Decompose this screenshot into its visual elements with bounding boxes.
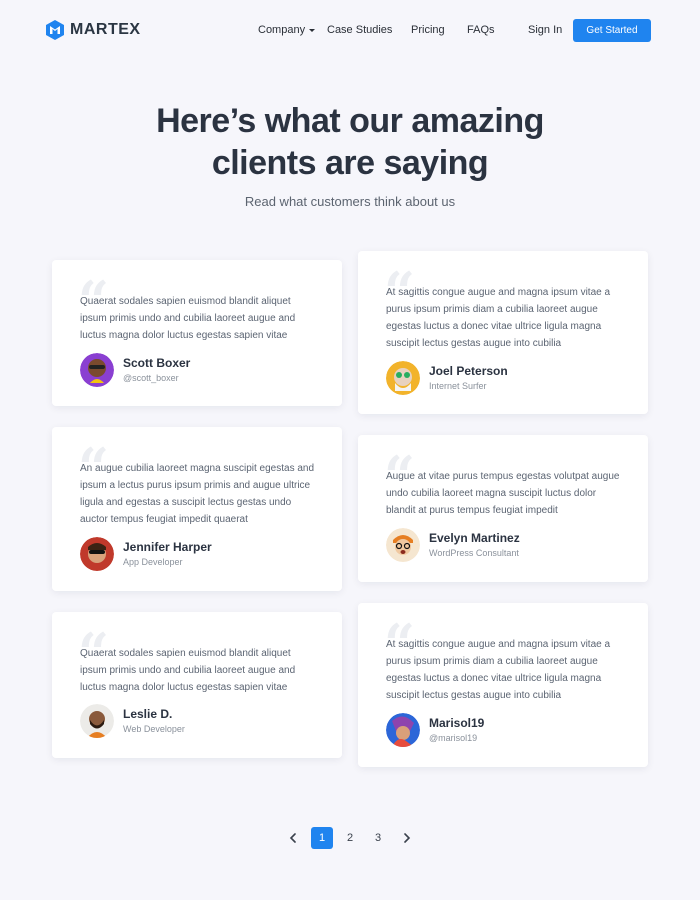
author-name: Evelyn Martinez <box>429 530 520 545</box>
chevron-left-icon <box>289 833 296 843</box>
chevron-down-icon <box>309 28 316 32</box>
author-name: Jennifer Harper <box>123 539 212 554</box>
pagination-prev[interactable] <box>281 827 305 849</box>
testimonial-card: “ At sagittis congue augue and magna ips… <box>358 251 648 414</box>
page-title-line-2: clients are saying <box>211 144 489 182</box>
testimonial-text: At sagittis congue augue and magna ipsum… <box>386 287 611 349</box>
avatar-icon <box>80 353 114 387</box>
page-title: Here’s what our amazing clients are sayi… <box>0 100 700 184</box>
avatar <box>386 713 420 747</box>
avatar-icon <box>386 713 420 747</box>
page-title-line-1: Here’s what our amazing <box>156 102 544 140</box>
nav-company-label: Company <box>258 24 306 36</box>
logo-icon <box>46 20 64 40</box>
avatar <box>386 528 420 562</box>
author-role: WordPress Consultant <box>429 547 519 558</box>
testimonial-author: Leslie D. Web Developer <box>80 704 185 738</box>
avatar-icon <box>386 361 420 395</box>
testimonial-text: Augue at vitae purus tempus egestas volu… <box>386 471 620 516</box>
author-name: Leslie D. <box>123 706 173 721</box>
testimonial-author: Jennifer Harper App Developer <box>80 537 212 571</box>
testimonial-text: At sagittis congue augue and magna ipsum… <box>386 639 611 701</box>
author-name: Scott Boxer <box>123 355 191 370</box>
testimonial-author: Joel Peterson Internet Surfer <box>386 361 508 395</box>
site-header: MARTEX Company Case Studies Pricing FAQs… <box>0 0 700 62</box>
testimonial-card: “ Quaerat sodales sapien euismod blandit… <box>52 612 342 758</box>
nav-pricing[interactable]: Pricing <box>411 24 445 36</box>
sign-in-link[interactable]: Sign In <box>528 24 562 36</box>
pagination-page-1[interactable]: 1 <box>311 827 333 849</box>
pagination-next[interactable] <box>395 827 419 849</box>
pagination-page-3[interactable]: 3 <box>367 827 389 849</box>
brand-name: MARTEX <box>70 21 141 38</box>
testimonial-author: Evelyn Martinez WordPress Consultant <box>386 528 520 562</box>
author-role: @marisol19 <box>429 732 478 743</box>
testimonial-text: Quaerat sodales sapien euismod blandit a… <box>80 648 296 693</box>
testimonial-text: Quaerat sodales sapien euismod blandit a… <box>80 296 296 341</box>
avatar-icon <box>386 528 420 562</box>
avatar <box>386 361 420 395</box>
page-subtitle: Read what customers think about us <box>244 194 456 209</box>
author-role: Internet Surfer <box>429 380 487 391</box>
author-role: @scott_boxer <box>123 372 179 383</box>
avatar <box>80 537 114 571</box>
author-name: Marisol19 <box>429 715 485 730</box>
logo[interactable]: MARTEX <box>46 20 141 40</box>
testimonial-card: “ Augue at vitae purus tempus egestas vo… <box>358 435 648 582</box>
testimonial-card: “ An augue cubilia laoreet magna suscipi… <box>52 427 342 591</box>
testimonial-card: “ Quaerat sodales sapien euismod blandit… <box>52 260 342 406</box>
get-started-button[interactable]: Get Started <box>573 19 651 42</box>
avatar-icon <box>80 704 114 738</box>
pagination-page-2[interactable]: 2 <box>339 827 361 849</box>
testimonial-text: An augue cubilia laoreet magna suscipit … <box>80 463 315 525</box>
testimonial-author: Marisol19 @marisol19 <box>386 713 484 747</box>
avatar <box>80 704 114 738</box>
nav-case-studies[interactable]: Case Studies <box>327 24 392 36</box>
author-name: Joel Peterson <box>429 363 508 378</box>
pagination: 1 2 3 <box>281 827 419 849</box>
testimonial-author: Scott Boxer @scott_boxer <box>80 353 190 387</box>
author-role: App Developer <box>123 556 183 567</box>
nav-faqs[interactable]: FAQs <box>467 24 495 36</box>
avatar-icon <box>80 537 114 571</box>
author-role: Web Developer <box>123 723 185 734</box>
chevron-right-icon <box>404 833 411 843</box>
nav-company[interactable]: Company <box>258 24 316 36</box>
testimonial-card: “ At sagittis congue augue and magna ips… <box>358 603 648 767</box>
avatar <box>80 353 114 387</box>
